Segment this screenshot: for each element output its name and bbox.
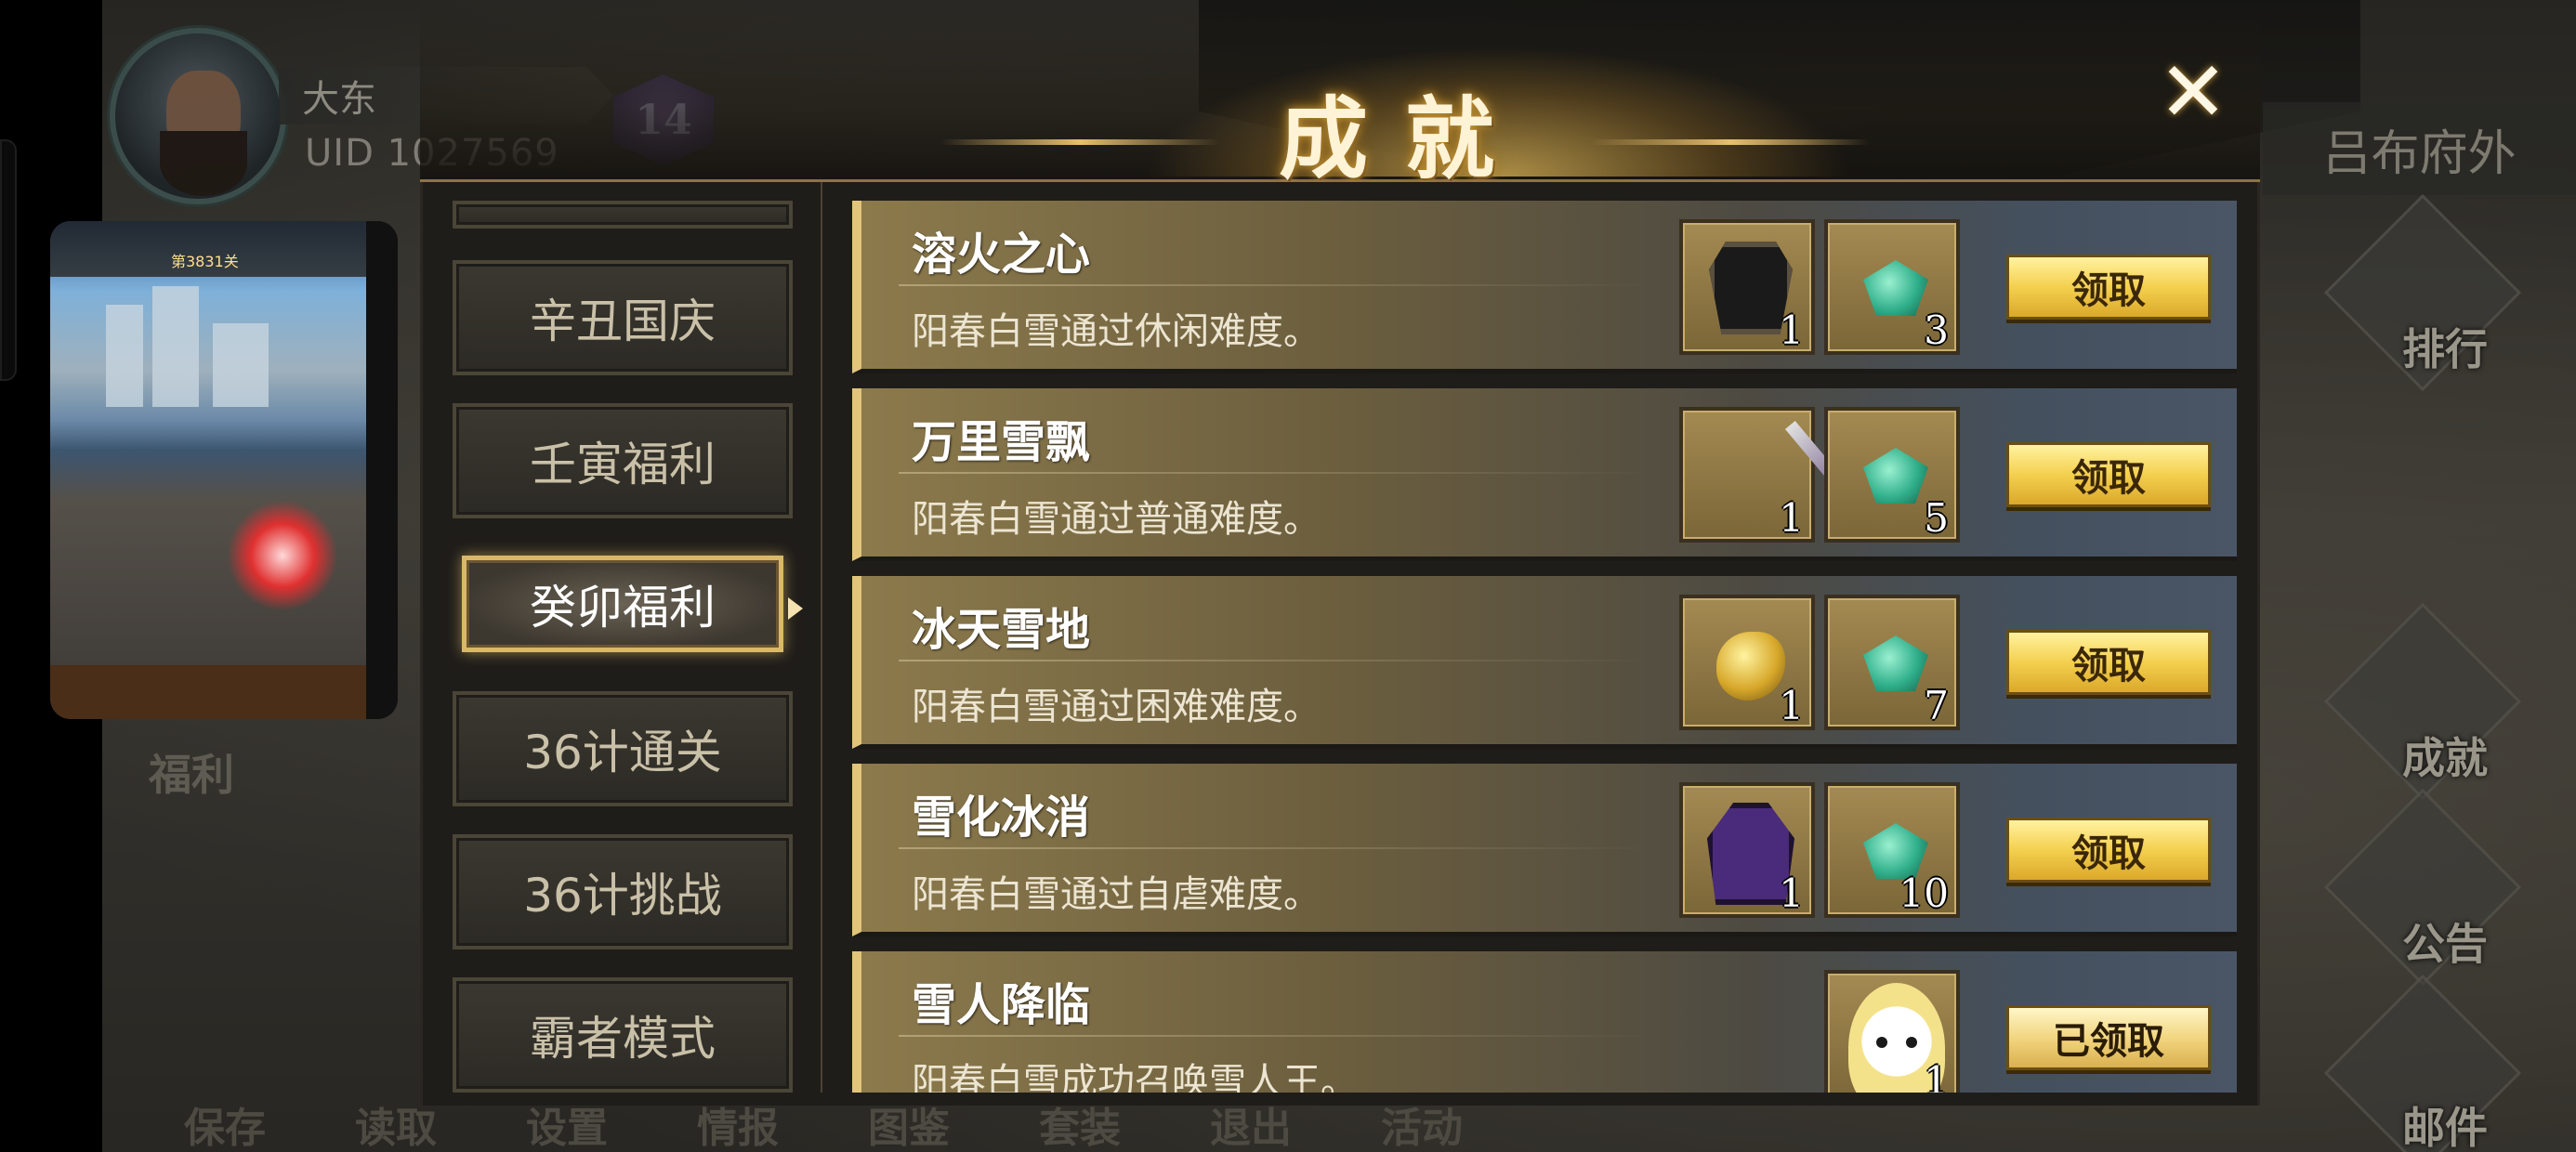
achievement-description: 阳春白雪成功召唤雪人王。	[912, 1061, 1358, 1093]
menu-save[interactable]: 保存	[139, 1094, 310, 1152]
reward-slot[interactable]: 1	[1824, 970, 1960, 1093]
category-tab-renyin[interactable]: 壬寅福利	[453, 403, 793, 518]
achievement-row: 万里雪飘 阳春白雪通过普通难度。 1 5 领取	[852, 388, 2237, 561]
gold-ingot-icon	[1716, 632, 1785, 700]
claim-button[interactable]: 领取	[2006, 818, 2211, 883]
category-list[interactable]: 辛丑国庆 壬寅福利 癸卯福利 36计通关 36计挑战 霸者模式	[423, 182, 822, 1093]
category-tab-label: 癸卯福利	[530, 581, 716, 635]
reward-slot[interactable]: 1	[1679, 595, 1815, 730]
reward-slot[interactable]: 1	[1679, 782, 1815, 918]
row-divider	[899, 1035, 1661, 1037]
preview-building	[152, 286, 199, 407]
category-tab-hidden[interactable]	[453, 201, 793, 229]
reward-slot[interactable]: 1	[1679, 219, 1815, 355]
achievement-row: 雪化冰消 阳春白雪通过自虐难度。 1 10 领取	[852, 764, 2237, 936]
reward-slot[interactable]: 1	[1679, 407, 1873, 543]
reward-count: 5	[1924, 495, 1949, 541]
row-divider	[899, 660, 1661, 661]
row-divider	[899, 284, 1661, 286]
preview-stage-label: 第3831关	[171, 253, 239, 270]
reward-slot[interactable]: 7	[1824, 595, 1960, 730]
panel-header: 成就 ✕	[420, 0, 2260, 191]
achievement-title: 万里雪飘	[912, 416, 1091, 468]
title-wing-right	[1591, 139, 1870, 145]
snowman-eye	[1876, 1037, 1887, 1048]
side-menu-notice[interactable]: 公告	[2402, 910, 2488, 972]
claim-button[interactable]: 领取	[2006, 442, 2211, 507]
achievement-description: 阳春白雪通过自虐难度。	[912, 873, 1321, 916]
reward-slot[interactable]: 5	[1824, 407, 1960, 543]
category-tab-guimao[interactable]: 癸卯福利	[462, 556, 803, 652]
green-gem-icon	[1863, 260, 1928, 316]
side-menu-mail[interactable]: 邮件	[2402, 1094, 2488, 1152]
player-name: 大东	[302, 78, 376, 121]
reward-count: 3	[1924, 308, 1949, 353]
reward-count: 1	[1779, 495, 1804, 541]
player-avatar[interactable]	[110, 28, 286, 204]
preview-building	[106, 305, 143, 407]
category-tab-36-challenge[interactable]: 36计挑战	[453, 834, 793, 949]
achievement-list[interactable]: 溶火之心 阳春白雪通过休闲难度。 1 3 领取 万里雪飘 阳春白雪通过普通难度。	[852, 201, 2237, 1093]
achievement-description: 阳春白雪通过困难难度。	[912, 686, 1321, 728]
location-name: 吕布府外	[2263, 102, 2576, 195]
phone-notch	[0, 139, 17, 381]
avatar-beard	[160, 131, 247, 196]
reward-count: 1	[1779, 308, 1804, 353]
preview-building	[213, 323, 269, 407]
title-wing-left	[940, 139, 1219, 145]
claim-button[interactable]: 领取	[2006, 255, 2211, 320]
panel-body: 辛丑国庆 壬寅福利 癸卯福利 36计通关 36计挑战 霸者模式 溶火之心 阳春白…	[420, 182, 2260, 1106]
achievement-description: 阳春白雪通过休闲难度。	[912, 310, 1321, 353]
achievement-title: 雪人降临	[912, 979, 1091, 1031]
reward-count: 10	[1899, 871, 1949, 916]
achievement-description: 阳春白雪通过普通难度。	[912, 498, 1321, 541]
row-divider	[899, 472, 1661, 474]
reward-slot[interactable]: 3	[1824, 219, 1960, 355]
preview-screen: 第3831关	[50, 221, 366, 719]
achievement-title: 雪化冰消	[912, 792, 1091, 844]
claimed-button[interactable]: 已领取	[2006, 1005, 2211, 1070]
welfare-label[interactable]: 福利	[149, 741, 234, 803]
category-tab-36-clear[interactable]: 36计通关	[453, 691, 793, 806]
reward-slot[interactable]: 10	[1824, 782, 1960, 918]
achievement-row: 溶火之心 阳春白雪通过休闲难度。 1 3 领取	[852, 201, 2237, 373]
achievement-row: 雪人降临 阳春白雪成功召唤雪人王。 1 已领取	[852, 951, 2237, 1093]
side-menu-achievement[interactable]: 成就	[2402, 725, 2488, 786]
snowman-eye	[1906, 1037, 1917, 1048]
close-icon[interactable]: ✕	[2156, 51, 2230, 135]
achievement-panel: 成就 ✕ 辛丑国庆 壬寅福利 癸卯福利 36计通关 36计挑战 霸者模式 溶火之…	[420, 0, 2260, 1106]
reward-count: 1	[1779, 683, 1804, 728]
row-divider	[899, 847, 1661, 849]
active-pointer-icon	[788, 597, 803, 620]
achievement-row: 冰天雪地 阳春白雪通过困难难度。 1 7 领取	[852, 576, 2237, 749]
green-gem-icon	[1863, 635, 1928, 691]
mini-game-preview[interactable]: 第3831关	[50, 221, 398, 719]
reward-count: 1	[1924, 1058, 1949, 1093]
category-tab-xinchou[interactable]: 辛丑国庆	[453, 260, 793, 375]
category-divider	[821, 182, 822, 1093]
preview-hud-bottom	[50, 665, 366, 719]
side-menu-ranking[interactable]: 排行	[2402, 316, 2488, 377]
reward-count: 1	[1779, 871, 1804, 916]
preview-sidebar	[366, 221, 398, 719]
green-gem-icon	[1863, 448, 1928, 504]
reward-count: 7	[1924, 683, 1949, 728]
panel-title: 成就	[1279, 86, 1531, 191]
achievement-title: 冰天雪地	[912, 604, 1091, 656]
achievement-title: 溶火之心	[912, 229, 1091, 281]
claim-button[interactable]: 领取	[2006, 630, 2211, 695]
category-tab-overlord[interactable]: 霸者模式	[453, 977, 793, 1093]
preview-attack-effect	[227, 500, 338, 611]
